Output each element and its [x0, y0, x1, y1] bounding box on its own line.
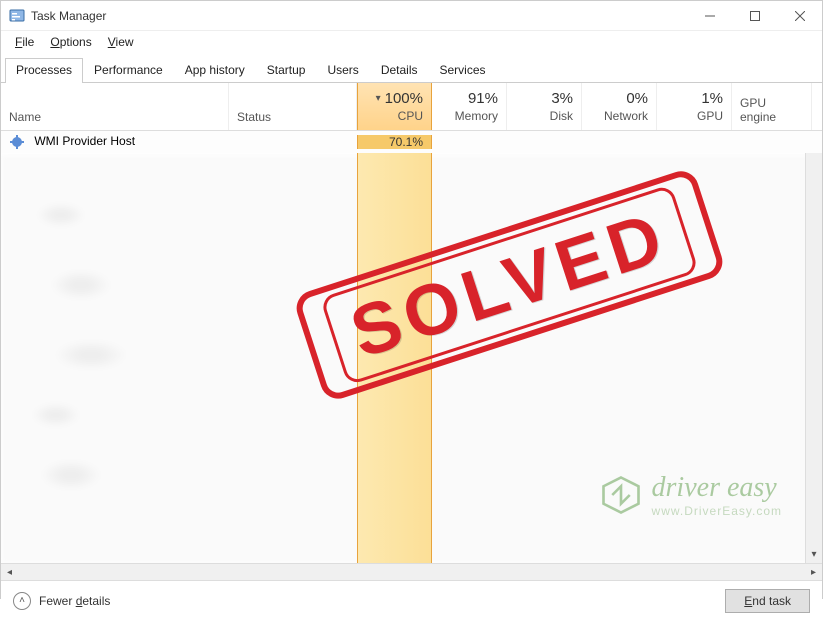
minimize-button[interactable] — [687, 1, 732, 30]
header-status-label: Status — [237, 110, 271, 124]
maximize-icon — [750, 11, 760, 21]
cpu-column-highlight — [357, 131, 432, 563]
header-network-label: Network — [604, 109, 648, 123]
fewer-details-button[interactable]: ˄ Fewer details — [13, 592, 110, 610]
menu-view[interactable]: View — [102, 33, 140, 51]
window-title: Task Manager — [31, 9, 687, 23]
task-manager-icon — [9, 8, 25, 24]
header-network-pct: 0% — [626, 90, 648, 107]
header-name[interactable]: Name — [1, 83, 229, 130]
header-network[interactable]: 0% Network — [582, 83, 657, 130]
tab-services[interactable]: Services — [429, 58, 497, 83]
tab-startup[interactable]: Startup — [256, 58, 317, 83]
header-gpu-engine-label: GPU engine — [740, 96, 803, 124]
header-gpu-engine[interactable]: GPU engine — [732, 83, 812, 130]
header-memory[interactable]: 91% Memory — [432, 83, 507, 130]
column-headers: Name Status ▾ 100% CPU 91% Memory 3% Dis… — [1, 83, 822, 131]
vertical-scrollbar[interactable]: ▴ ▾ — [805, 131, 822, 563]
chevron-up-icon: ˄ — [13, 592, 31, 610]
menu-options[interactable]: Options — [44, 33, 97, 51]
header-gpu-pct: 1% — [701, 90, 723, 107]
header-memory-pct: 91% — [468, 90, 498, 107]
horizontal-scrollbar[interactable]: ◂ ▸ — [1, 563, 822, 580]
menu-file[interactable]: File — [9, 33, 40, 51]
process-cpu-cell: 70.1% — [357, 135, 432, 149]
menubar: File Options View — [1, 31, 822, 53]
window-buttons — [687, 1, 822, 30]
tab-app-history[interactable]: App history — [174, 58, 256, 83]
header-status[interactable]: Status — [229, 83, 357, 130]
header-gpu[interactable]: 1% GPU — [657, 83, 732, 130]
process-name: WMI Provider Host — [34, 134, 135, 148]
header-gpu-label: GPU — [697, 109, 723, 123]
header-disk-label: Disk — [550, 109, 573, 123]
scroll-right-icon[interactable]: ▸ — [805, 567, 822, 578]
header-cpu-pct: 100% — [385, 90, 423, 107]
tab-processes[interactable]: Processes — [5, 58, 83, 83]
close-icon — [795, 11, 805, 21]
tab-details[interactable]: Details — [370, 58, 429, 83]
header-disk-pct: 3% — [551, 90, 573, 107]
chevron-down-icon: ▾ — [376, 93, 381, 104]
maximize-button[interactable] — [732, 1, 777, 30]
table-row[interactable]: WMI Provider Host 70.1% — [1, 131, 822, 153]
end-task-button[interactable]: End task — [725, 589, 810, 613]
tabstrip: Processes Performance App history Startu… — [1, 57, 822, 83]
scroll-left-icon[interactable]: ◂ — [1, 567, 18, 578]
header-cpu-label: CPU — [398, 109, 423, 123]
titlebar: Task Manager — [1, 1, 822, 31]
header-cpu[interactable]: ▾ 100% CPU — [357, 83, 432, 130]
header-name-label: Name — [9, 110, 41, 124]
header-disk[interactable]: 3% Disk — [507, 83, 582, 130]
minimize-icon — [705, 11, 715, 21]
process-list: WMI Provider Host 70.1% ▴ ▾ — [1, 131, 822, 563]
tab-performance[interactable]: Performance — [83, 58, 174, 83]
service-icon — [9, 134, 25, 150]
process-name-cell: WMI Provider Host — [1, 134, 229, 150]
tab-users[interactable]: Users — [316, 58, 369, 83]
close-button[interactable] — [777, 1, 822, 30]
footer: ˄ Fewer details End task — [1, 580, 822, 620]
scroll-down-icon[interactable]: ▾ — [806, 546, 822, 563]
header-memory-label: Memory — [455, 109, 498, 123]
